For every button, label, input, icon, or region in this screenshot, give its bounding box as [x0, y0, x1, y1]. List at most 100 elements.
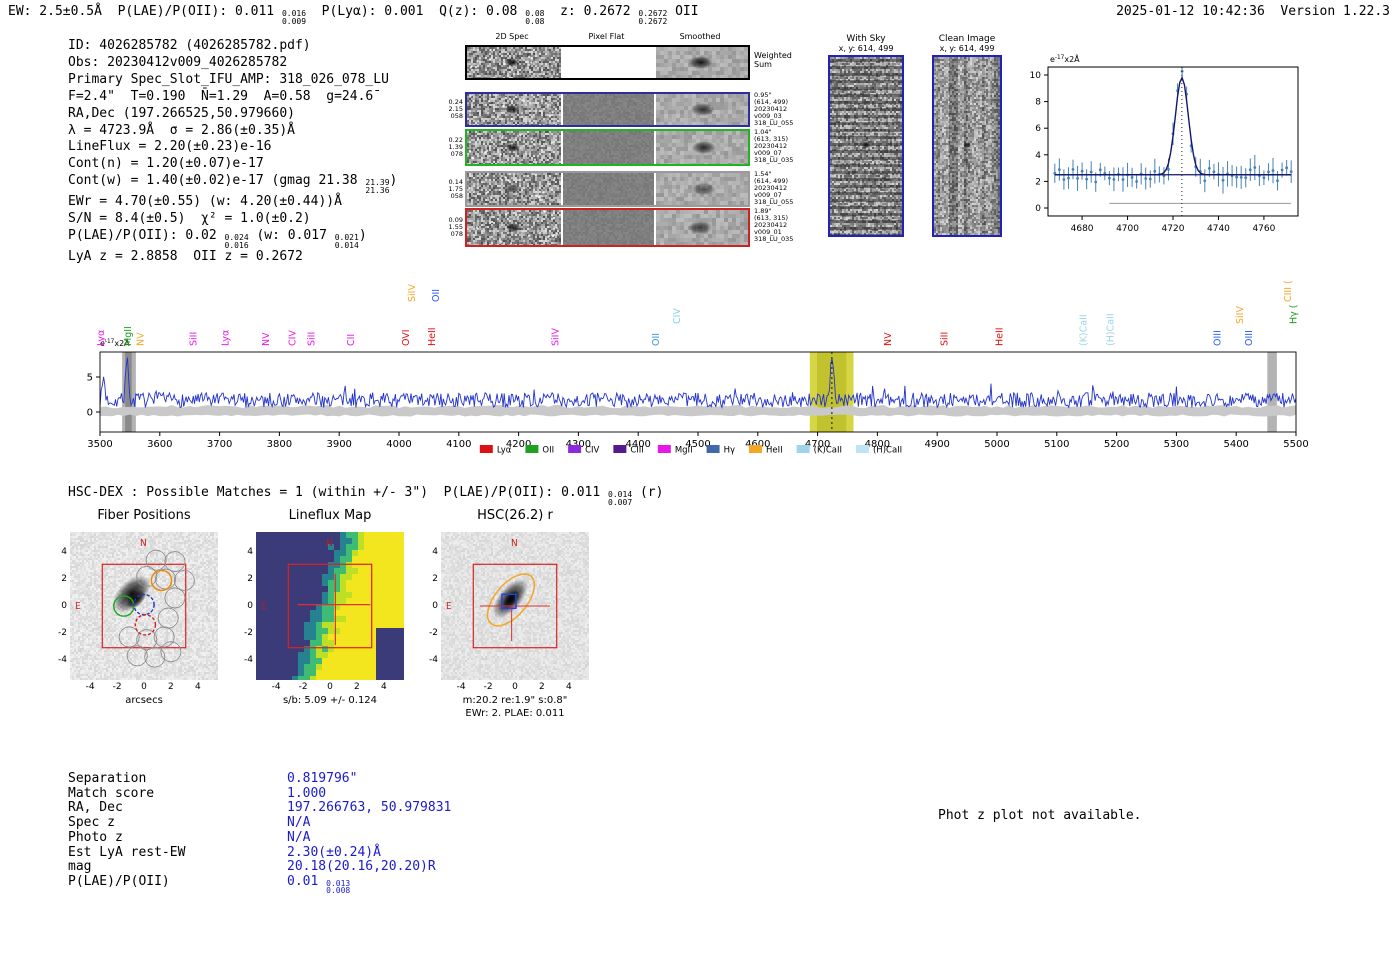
svg-text:CIII (: CIII ( [1283, 280, 1294, 302]
match-table-label: Match score [68, 785, 155, 801]
spec2d-col-header: 2D Spec [495, 32, 529, 41]
match-table-row: mag 20.18(20.16,20.20)R [68, 859, 451, 875]
match-table-value: 20.18(20.16,20.20)R [287, 859, 436, 875]
spectrum-legend: Lyα OII CIV CIII MgII Hγ HeII (K)CaII (H)CaII [479, 445, 902, 456]
y-tick-label: -4 [58, 654, 67, 665]
spec2d-cell-image [563, 210, 654, 245]
svg-text:5400: 5400 [1223, 439, 1248, 450]
x-tick-label: -2 [483, 682, 493, 692]
svg-text:CIV: CIV [672, 308, 683, 324]
svg-text:OVI: OVI [401, 329, 412, 346]
x-tick-label: -4 [85, 682, 95, 692]
svg-text:(K)CaII: (K)CaII [814, 446, 842, 456]
svg-text:HeII: HeII [766, 446, 783, 456]
with-sky-title: With Sky [846, 34, 886, 44]
match-table-label: mag [68, 859, 92, 875]
svg-text:4100: 4100 [446, 439, 471, 450]
spec2d-cell-image [467, 210, 561, 245]
svg-text:OII: OII [651, 333, 662, 346]
spec2d-cell-image [563, 131, 654, 164]
svg-text:4720: 4720 [1162, 224, 1185, 234]
catalog-match-table: Separation 0.819796" Match score 1.000 RA, D… [68, 771, 451, 896]
x-tick-label: 4 [380, 682, 387, 692]
spec2d-row-left-labels: 0.24 2.15 058 [445, 99, 463, 120]
info-line: F=2.4" T=0.190 N̄=1.29 A=0.58 g=24.6̄ [68, 88, 374, 104]
match-table-row: Separation 0.819796" [68, 771, 451, 787]
spec2d-cell-image [656, 47, 748, 78]
spec2d-annotation-line: 318_LU_035 [754, 156, 794, 164]
svg-text:4680: 4680 [1071, 224, 1094, 234]
info-line: LineFlux = 2.20(±0.23)e-16 [68, 139, 272, 155]
spec2d-row [465, 129, 750, 166]
lineflux-map-cutout: Lineflux Map s/b: 5.09 +/- 0.124 -4 -4 -2 -… [244, 508, 404, 706]
spec2d-cell-image [656, 210, 748, 245]
spec2d-row-annotation: 1.04" (613, 315) 20230412 v009_07 318_LU_035 [754, 129, 802, 164]
spec2d-cell-image [467, 173, 561, 205]
x-tick-label: 2 [354, 682, 360, 692]
y-tick-label: 4 [61, 547, 67, 558]
spec2d-cell-image [656, 94, 748, 125]
match-table-row: Photo z N/A [68, 829, 451, 846]
match-table-label: Spec z [68, 815, 115, 831]
spec2d-cell-image [656, 173, 748, 205]
plus-minus-stack: 0.013 0.008 [326, 878, 351, 896]
spec2d-annotation-line: 318_LU_055 [754, 119, 794, 127]
svg-text:CIV: CIV [288, 330, 299, 346]
svg-text:Lyα: Lyα [96, 330, 107, 346]
svg-text:OII: OII [542, 446, 554, 456]
info-line: S/N = 8.4(±0.5) χ² = 1.0(±0.2) [68, 211, 311, 227]
svg-text:OIII: OIII [1244, 330, 1255, 346]
svg-text:(H)CaII: (H)CaII [873, 446, 902, 456]
clean-image [932, 55, 1002, 237]
svg-text:5500: 5500 [1283, 439, 1308, 450]
spec2d-left-value: 078 [450, 230, 463, 238]
svg-text:4700: 4700 [1116, 224, 1139, 234]
with-sky-coords: x, y: 614, 499 [838, 44, 894, 53]
svg-text:(K)CaII: (K)CaII [1079, 314, 1090, 346]
svg-text:HeII: HeII [994, 327, 1005, 346]
detection-info-block: ID: 4026285782 (4026285782.pdf) Obs: 2023… [68, 38, 397, 266]
spec2d-row-annotation: 1.54" (614, 499) 20230412 v009_07 318_LU_055 [754, 171, 802, 206]
svg-text:4: 4 [1035, 151, 1041, 161]
spec2d-row [465, 45, 750, 80]
line-labels: Lyα MgII NV SiII Lyα NV CIV SiII CII OVISiIVHeIIO… [96, 280, 1299, 346]
spec2d-row-left-labels: 0.14 1.75 058 [445, 178, 463, 200]
match-table-label: Photo z [68, 829, 123, 845]
svg-text:SiII: SiII [188, 332, 199, 346]
info-line: ID: 4026285782 (4026285782.pdf) [68, 38, 311, 53]
x-tick-label: -2 [112, 682, 122, 692]
weighted-sum-line: Sum [754, 59, 772, 69]
svg-text:10: 10 [1030, 71, 1042, 81]
y-tick-label: -2 [244, 627, 253, 638]
lineflux-title: Lineflux Map [288, 508, 372, 523]
plus-minus-stack: 21.39 21.36 [365, 178, 390, 195]
info-line: Cont(w) = 1.40(±0.02)e-17 (gmag 21.38 21… [68, 173, 398, 195]
info-line: RA,Dec (197.266525,50.979660) [68, 105, 295, 121]
spec2d-left-value: 058 [450, 112, 463, 120]
match-table-row: Est LyA rest-EW 2.30(±0.24)Å [68, 845, 451, 861]
fiber-positions-title: Fiber Positions [97, 508, 191, 523]
svg-text:5100: 5100 [1044, 439, 1069, 450]
svg-text:HeII: HeII [427, 327, 438, 346]
svg-text:0: 0 [1035, 204, 1041, 214]
svg-text:CIII: CIII [630, 446, 643, 456]
y-tick-label: 0 [61, 601, 67, 611]
spec2d-row-left-labels: 0.09 1.55 078 [445, 217, 463, 238]
svg-text:0: 0 [87, 408, 93, 419]
x-tick-label: 4 [194, 682, 201, 692]
spec2d-left-value: 078 [450, 150, 463, 158]
svg-text:MgII: MgII [675, 446, 693, 456]
svg-text:3800: 3800 [267, 439, 292, 450]
y-tick-label: 2 [61, 574, 67, 585]
spec2d-row [465, 208, 750, 247]
x-tick-label: 2 [168, 682, 174, 692]
spec2d-row-annotation: 1.89" (613, 315) 20230412 v009_01 318_LU_035 [754, 208, 802, 243]
info-line: Cont(n) = 1.20(±0.07)e-17 [68, 156, 264, 172]
match-table-row: Spec z N/A [68, 815, 451, 831]
lineflux-map-image [256, 532, 404, 680]
hsc-cutout: HSC(26.2) r m:20.2 re:1.9" s:0.8" EWr: 2… [429, 508, 589, 719]
x-tick-label: 4 [565, 682, 572, 692]
info-line: λ = 4723.9Å σ = 2.86(±0.35)Å [68, 122, 295, 138]
svg-text:SiIV: SiIV [551, 328, 562, 346]
y-tick-label: 0 [432, 601, 438, 611]
